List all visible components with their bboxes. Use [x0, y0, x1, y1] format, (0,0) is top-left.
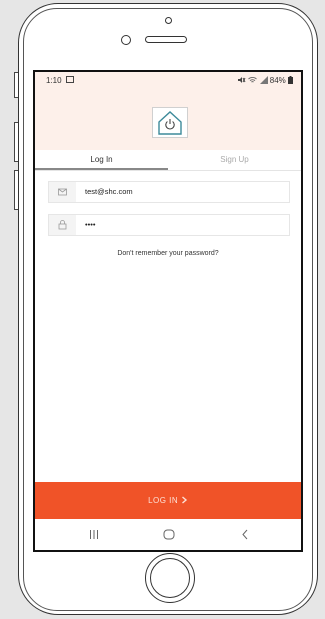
home-icon[interactable]	[163, 529, 175, 540]
home-button-inner	[150, 558, 190, 598]
battery-percent: 84%	[269, 76, 286, 85]
forgot-password-link[interactable]: Don't remember your password?	[35, 250, 301, 257]
mute-icon	[238, 77, 246, 83]
login-button[interactable]: LOG IN	[35, 482, 301, 519]
password-input[interactable]	[85, 215, 280, 235]
tab-login[interactable]: Log In	[35, 150, 168, 170]
login-button-label: LOG IN	[148, 496, 179, 505]
app-logo	[152, 107, 188, 138]
lock-icon	[58, 220, 67, 230]
battery-icon	[288, 76, 293, 84]
front-camera	[165, 17, 172, 24]
back-icon[interactable]	[241, 529, 249, 540]
camera-lens	[121, 35, 131, 45]
status-indicators: 84%	[237, 76, 293, 85]
side-button-volume-down	[14, 170, 18, 210]
tab-signup[interactable]: Sign Up	[168, 150, 301, 170]
wifi-icon	[248, 77, 258, 83]
earpiece-speaker	[145, 36, 187, 43]
status-bar: 1:10 84%	[35, 72, 301, 89]
app-header	[35, 89, 301, 150]
chevron-right-icon	[181, 496, 187, 504]
mail-icon	[58, 188, 67, 196]
side-button-silent	[14, 72, 18, 98]
email-input[interactable]	[85, 182, 280, 202]
android-nav-bar	[35, 519, 301, 550]
auth-tabs: Log In Sign Up	[35, 150, 301, 171]
password-field[interactable]	[48, 214, 290, 236]
signal-icon	[259, 76, 268, 84]
image-icon	[66, 76, 74, 83]
status-time: 1:10	[46, 76, 62, 85]
power-house-logo-icon	[158, 111, 182, 135]
app-screen: 1:10 84% Log In Sign Up test@shc.com •••…	[33, 70, 303, 552]
email-field[interactable]	[48, 181, 290, 203]
password-field-icon-box	[49, 215, 76, 235]
side-button-volume-up	[14, 122, 18, 162]
email-field-icon-box	[49, 182, 76, 202]
recent-apps-icon[interactable]	[89, 530, 99, 539]
